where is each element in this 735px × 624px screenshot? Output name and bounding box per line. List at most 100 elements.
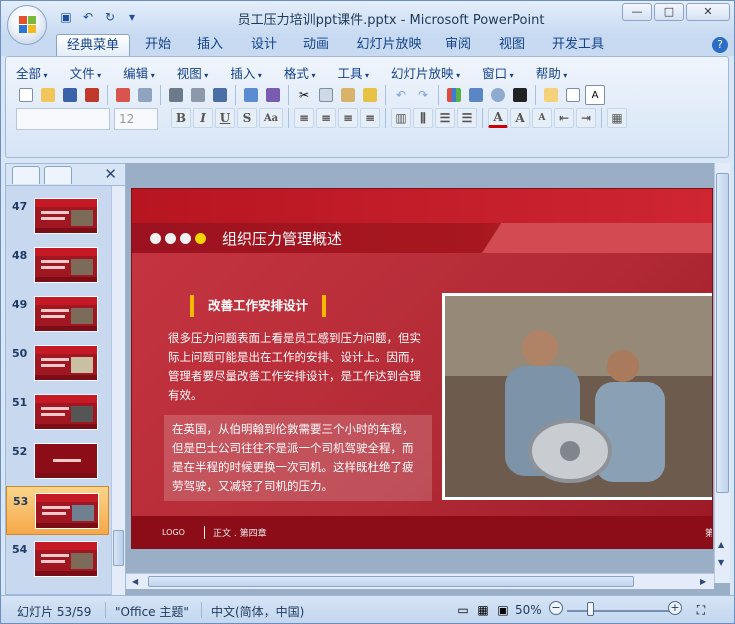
prev-slide-icon[interactable]: ▲ bbox=[718, 540, 724, 549]
scroll-right-icon[interactable]: ▶ bbox=[700, 577, 706, 586]
research-book-icon[interactable] bbox=[263, 85, 283, 105]
color-grayscale-icon[interactable] bbox=[510, 85, 530, 105]
undo-icon[interactable]: ↶ bbox=[391, 85, 411, 105]
thumbnail-scrollbar[interactable] bbox=[111, 186, 125, 596]
decrease-indent-icon[interactable]: ⇤ bbox=[554, 108, 574, 128]
font-color-icon[interactable]: A bbox=[488, 108, 508, 128]
menu-slideshow[interactable]: 幻灯片放映 bbox=[391, 63, 460, 82]
arrange-icon[interactable]: ▦ bbox=[607, 108, 627, 128]
menu-insert[interactable]: 插入 bbox=[230, 63, 262, 82]
menu-tools[interactable]: 工具 bbox=[337, 63, 369, 82]
slide-thumbnail[interactable]: 48 bbox=[6, 241, 109, 290]
outline-tab[interactable] bbox=[44, 166, 72, 184]
minimize-button[interactable]: — bbox=[622, 3, 652, 21]
slide-paragraph[interactable]: 很多压力问题表面上看是员工感到压力问题，但实际上问题可能是出在工作的安排、设计上… bbox=[168, 329, 428, 405]
menu-all[interactable]: 全部 bbox=[16, 63, 48, 82]
slide-example-box[interactable]: 在英国，从伯明翰到伦敦需要三个小时的车程，但是巴士公司往往不是派一个司机驾驶全程… bbox=[164, 415, 432, 501]
paste-icon[interactable] bbox=[338, 85, 358, 105]
tab-insert[interactable]: 插入 bbox=[189, 34, 231, 56]
redo-icon[interactable]: ↷ bbox=[413, 85, 433, 105]
zoom-level[interactable]: 50% bbox=[515, 603, 542, 617]
redo-icon[interactable]: ↻ bbox=[101, 8, 119, 26]
shrink-font-icon[interactable]: A bbox=[532, 108, 552, 128]
slide-sorter-icon[interactable]: ▦ bbox=[473, 600, 493, 620]
email-icon[interactable] bbox=[113, 85, 133, 105]
format-painter-icon[interactable] bbox=[360, 85, 380, 105]
text-box-icon[interactable]: A bbox=[585, 85, 605, 105]
slide-subheading[interactable]: 改善工作安排设计 bbox=[190, 295, 327, 317]
font-size-combo[interactable]: 12 bbox=[114, 108, 158, 130]
tab-classic-menu[interactable]: 经典菜单 bbox=[56, 34, 130, 56]
increase-indent-icon[interactable]: ⇥ bbox=[576, 108, 596, 128]
tab-animation[interactable]: 动画 bbox=[295, 34, 337, 56]
insert-table-icon[interactable] bbox=[466, 85, 486, 105]
fit-to-window-icon[interactable]: ⛶ bbox=[691, 600, 711, 620]
scroll-thumb[interactable] bbox=[716, 173, 729, 493]
workers-photo[interactable] bbox=[442, 293, 712, 500]
tab-review[interactable]: 审阅 bbox=[437, 34, 479, 56]
menu-view[interactable]: 视图 bbox=[177, 63, 209, 82]
font-name-combo[interactable] bbox=[16, 108, 110, 130]
shadow-button[interactable]: S bbox=[237, 108, 257, 128]
help-icon[interactable]: ? bbox=[712, 37, 728, 53]
layout-icon[interactable] bbox=[563, 85, 583, 105]
numbering-icon[interactable]: ☰ bbox=[457, 108, 477, 128]
menu-format[interactable]: 格式 bbox=[284, 63, 316, 82]
customize-qat-icon[interactable]: ▾ bbox=[123, 8, 141, 26]
zoom-slider-knob[interactable] bbox=[587, 602, 594, 616]
restore-button[interactable]: □ bbox=[654, 3, 684, 21]
align-left-icon[interactable]: ≡ bbox=[294, 108, 314, 128]
menu-window[interactable]: 窗口 bbox=[482, 63, 514, 82]
slide-thumbnail[interactable]: 47 bbox=[6, 192, 109, 241]
slide-vertical-scrollbar[interactable]: ▲ ▼ bbox=[714, 163, 730, 583]
italic-button[interactable]: I bbox=[193, 108, 213, 128]
align-right-icon[interactable]: ≡ bbox=[338, 108, 358, 128]
save-icon[interactable]: ▣ bbox=[57, 8, 75, 26]
clipart-icon[interactable] bbox=[488, 85, 508, 105]
slide-thumbnail[interactable]: 49 bbox=[6, 290, 109, 339]
bullets-icon[interactable]: ☰ bbox=[435, 108, 455, 128]
scroll-thumb[interactable] bbox=[148, 576, 634, 587]
spelling-icon[interactable] bbox=[241, 85, 261, 105]
slide-thumbnail[interactable]: 52 bbox=[6, 437, 109, 486]
next-slide-icon[interactable]: ▼ bbox=[718, 558, 724, 567]
grow-font-icon[interactable]: A bbox=[510, 108, 530, 128]
slide-horizontal-scrollbar[interactable]: ◀ ▶ bbox=[126, 573, 714, 589]
research-icon[interactable] bbox=[210, 85, 230, 105]
open-icon[interactable] bbox=[38, 85, 58, 105]
tab-view[interactable]: 视图 bbox=[491, 34, 533, 56]
columns-icon[interactable]: ▥ bbox=[391, 108, 411, 128]
zoom-out-icon[interactable]: − bbox=[549, 601, 563, 615]
justify-icon[interactable]: ≡ bbox=[360, 108, 380, 128]
print-preview-icon[interactable] bbox=[188, 85, 208, 105]
text-direction-icon[interactable]: ⫼ bbox=[413, 108, 433, 128]
slide-thumbnail[interactable]: 50 bbox=[6, 339, 109, 388]
menu-file[interactable]: 文件 bbox=[70, 63, 102, 82]
zoom-in-icon[interactable]: + bbox=[668, 601, 682, 615]
slide-title[interactable]: 组织压力管理概述 bbox=[222, 228, 342, 249]
underline-button[interactable]: U bbox=[215, 108, 235, 128]
scroll-left-icon[interactable]: ◀ bbox=[132, 577, 138, 586]
theme-name[interactable]: "Office 主题" bbox=[115, 603, 189, 620]
scroll-thumb[interactable] bbox=[113, 530, 124, 566]
print-icon[interactable] bbox=[166, 85, 186, 105]
slideshow-view-icon[interactable]: ▣ bbox=[493, 600, 513, 620]
current-slide[interactable]: 组织压力管理概述 改善工作安排设计 很多压力问题表面上看是员工感到压力问题，但实… bbox=[131, 188, 713, 549]
slide-thumbnail[interactable]: 54 bbox=[6, 535, 109, 584]
zoom-slider[interactable] bbox=[567, 610, 671, 612]
tab-design[interactable]: 设计 bbox=[243, 34, 285, 56]
close-button[interactable]: ✕ bbox=[686, 3, 730, 21]
slide-thumbnail-selected[interactable]: 53 bbox=[6, 486, 109, 535]
copy-icon[interactable] bbox=[316, 85, 336, 105]
menu-edit[interactable]: 编辑 bbox=[123, 63, 155, 82]
insert-chart-icon[interactable] bbox=[444, 85, 464, 105]
tab-slideshow[interactable]: 幻灯片放映 bbox=[353, 34, 425, 56]
office-button[interactable] bbox=[7, 5, 47, 45]
slide-thumbnail[interactable]: 51 bbox=[6, 388, 109, 437]
align-center-icon[interactable]: ≡ bbox=[316, 108, 336, 128]
tab-developer[interactable]: 开发工具 bbox=[547, 34, 609, 56]
tab-home[interactable]: 开始 bbox=[137, 34, 179, 56]
cut-icon[interactable]: ✂ bbox=[294, 85, 314, 105]
bold-button[interactable]: B bbox=[171, 108, 191, 128]
close-pane-icon[interactable]: ✕ bbox=[104, 165, 117, 183]
